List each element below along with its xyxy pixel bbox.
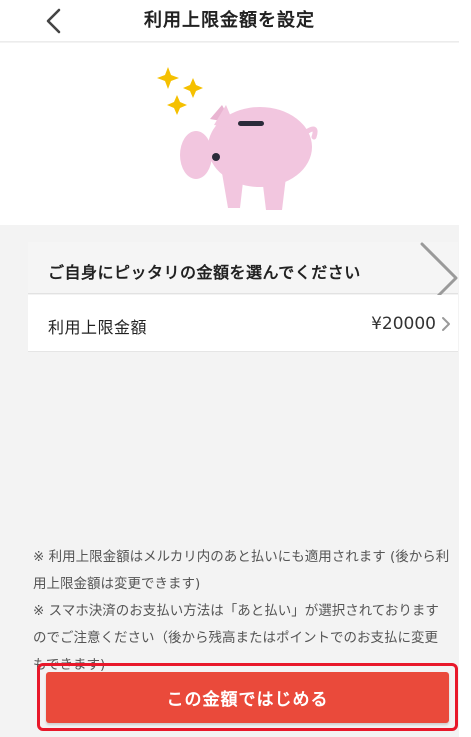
start-with-this-amount-button[interactable]: この金額ではじめる	[46, 672, 449, 723]
piggy-bank-icon	[180, 105, 318, 210]
limit-amount-label: 利用上限金額	[48, 318, 148, 337]
chevron-right-icon	[442, 317, 450, 331]
limit-amount-value: ¥20000	[371, 314, 436, 334]
limit-amount-row[interactable]: 利用上限金額 ¥20000	[28, 295, 458, 352]
page-title: 利用上限金額を設定	[144, 10, 315, 31]
sparkle-icon	[157, 67, 203, 115]
notes: ※ 利用上限金額はメルカリ内のあと払いにも適用されます (後から利用上限金額は変…	[33, 544, 451, 679]
note-text: ※ 利用上限金額はメルカリ内のあと払いにも適用されます (後から利用上限金額は変…	[33, 549, 450, 592]
section-header: ご自身にピッタリの金額を選んでください	[28, 242, 458, 294]
right-margin	[459, 0, 471, 737]
section-title: ご自身にピッタリの金額を選んでください	[48, 263, 361, 282]
hero-illustration	[0, 43, 459, 225]
navigation-header: 利用上限金額を設定	[0, 0, 459, 42]
